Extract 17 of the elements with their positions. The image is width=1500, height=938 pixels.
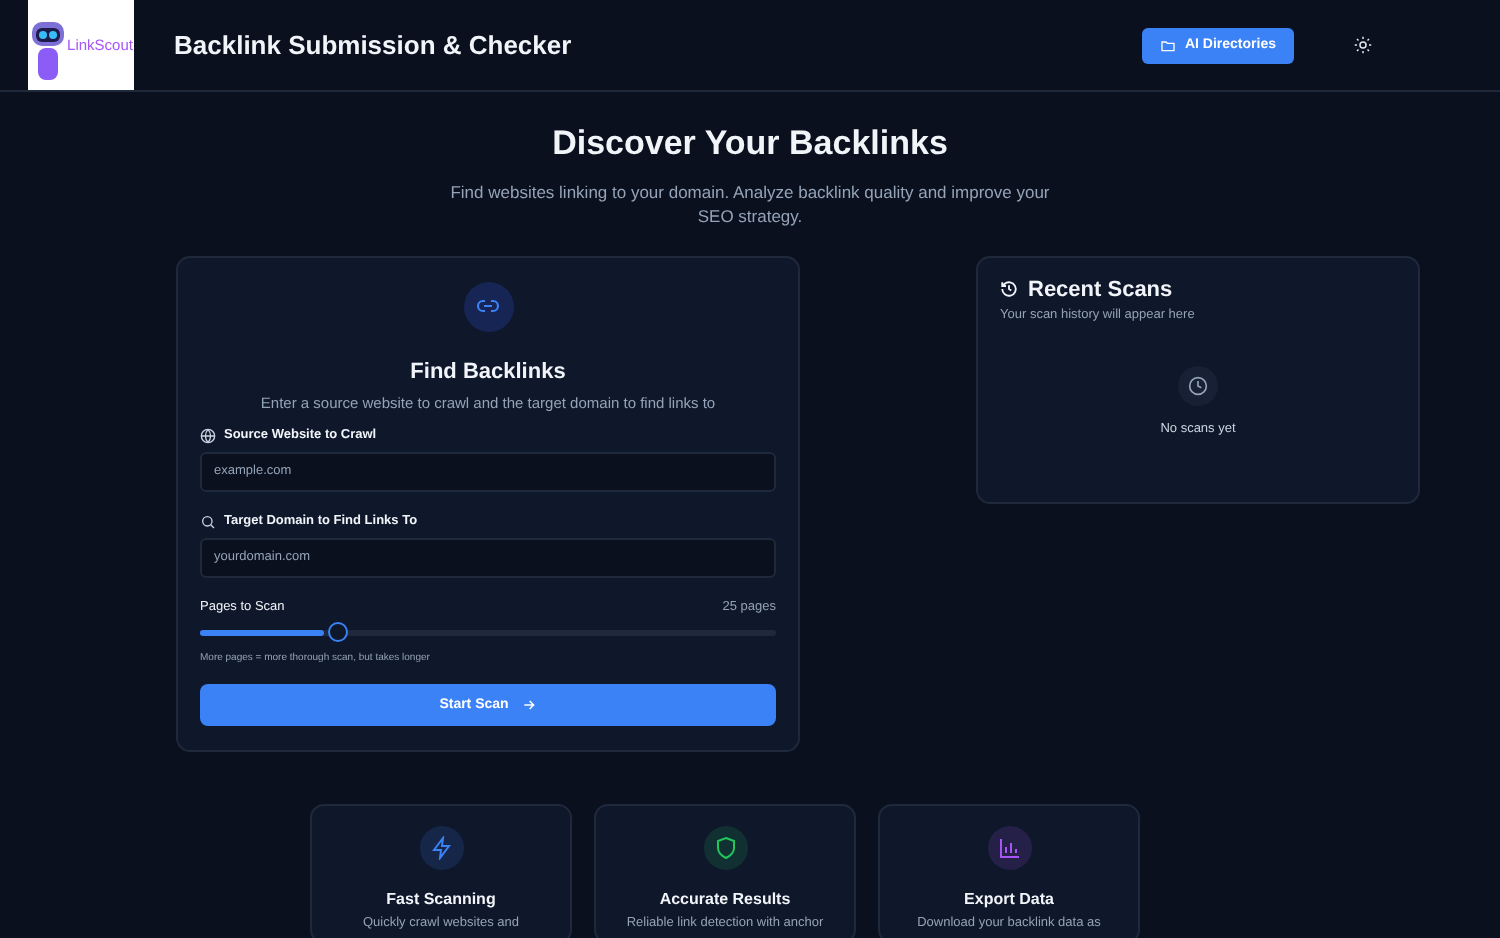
feature-title: Accurate Results	[659, 889, 791, 908]
folder-icon	[1160, 37, 1177, 53]
slider-thumb[interactable]	[328, 621, 349, 642]
globe-icon	[200, 427, 216, 444]
link-icon	[463, 281, 513, 332]
history-icon	[1000, 280, 1018, 299]
sun-icon[interactable]	[1354, 36, 1372, 54]
card-title: Recent Scans	[1028, 277, 1173, 302]
feature-title: Export Data	[964, 889, 1054, 908]
app-title: Backlink Submission & Checker	[174, 30, 574, 60]
hero-title: Discover Your Backlinks	[550, 124, 950, 164]
clock-icon	[1178, 365, 1218, 406]
card-title: Find Backlinks	[410, 359, 566, 384]
hero-subtitle: Find websites linking to your domain. Analyze backlink quality and improve your SEO strategy.	[450, 182, 1050, 230]
arrow-right-icon	[522, 697, 537, 712]
search-icon	[200, 513, 216, 530]
feature-title: Fast Scanning	[386, 889, 496, 908]
